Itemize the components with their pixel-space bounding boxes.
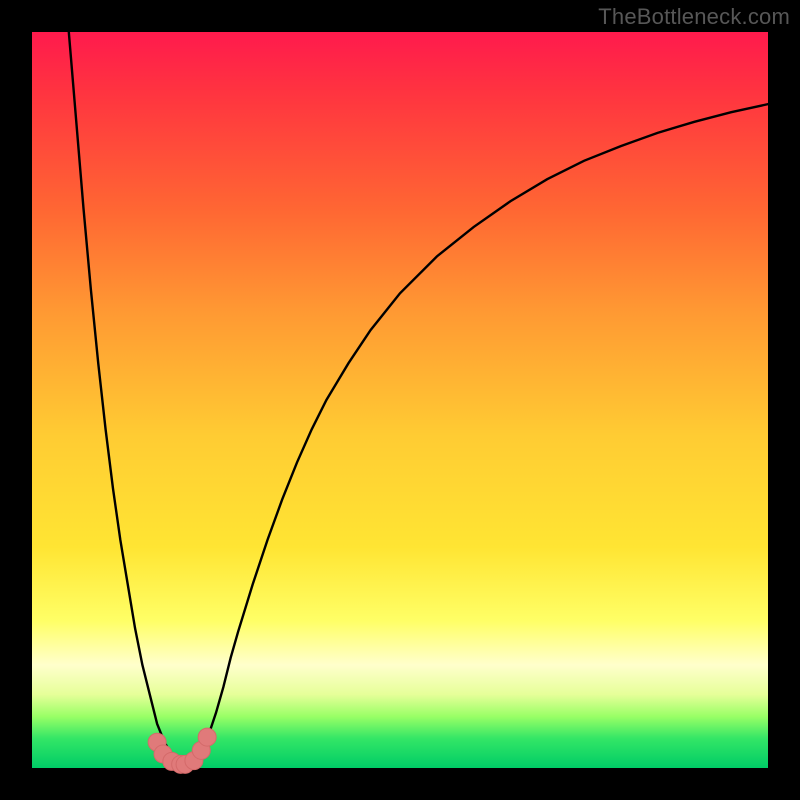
attribution-watermark: TheBottleneck.com: [598, 4, 790, 30]
bottleneck-curve-plot: [32, 32, 768, 768]
curve-marker: [198, 728, 216, 746]
bottleneck-curve: [69, 32, 768, 765]
curve-minimum-markers: [148, 728, 216, 773]
